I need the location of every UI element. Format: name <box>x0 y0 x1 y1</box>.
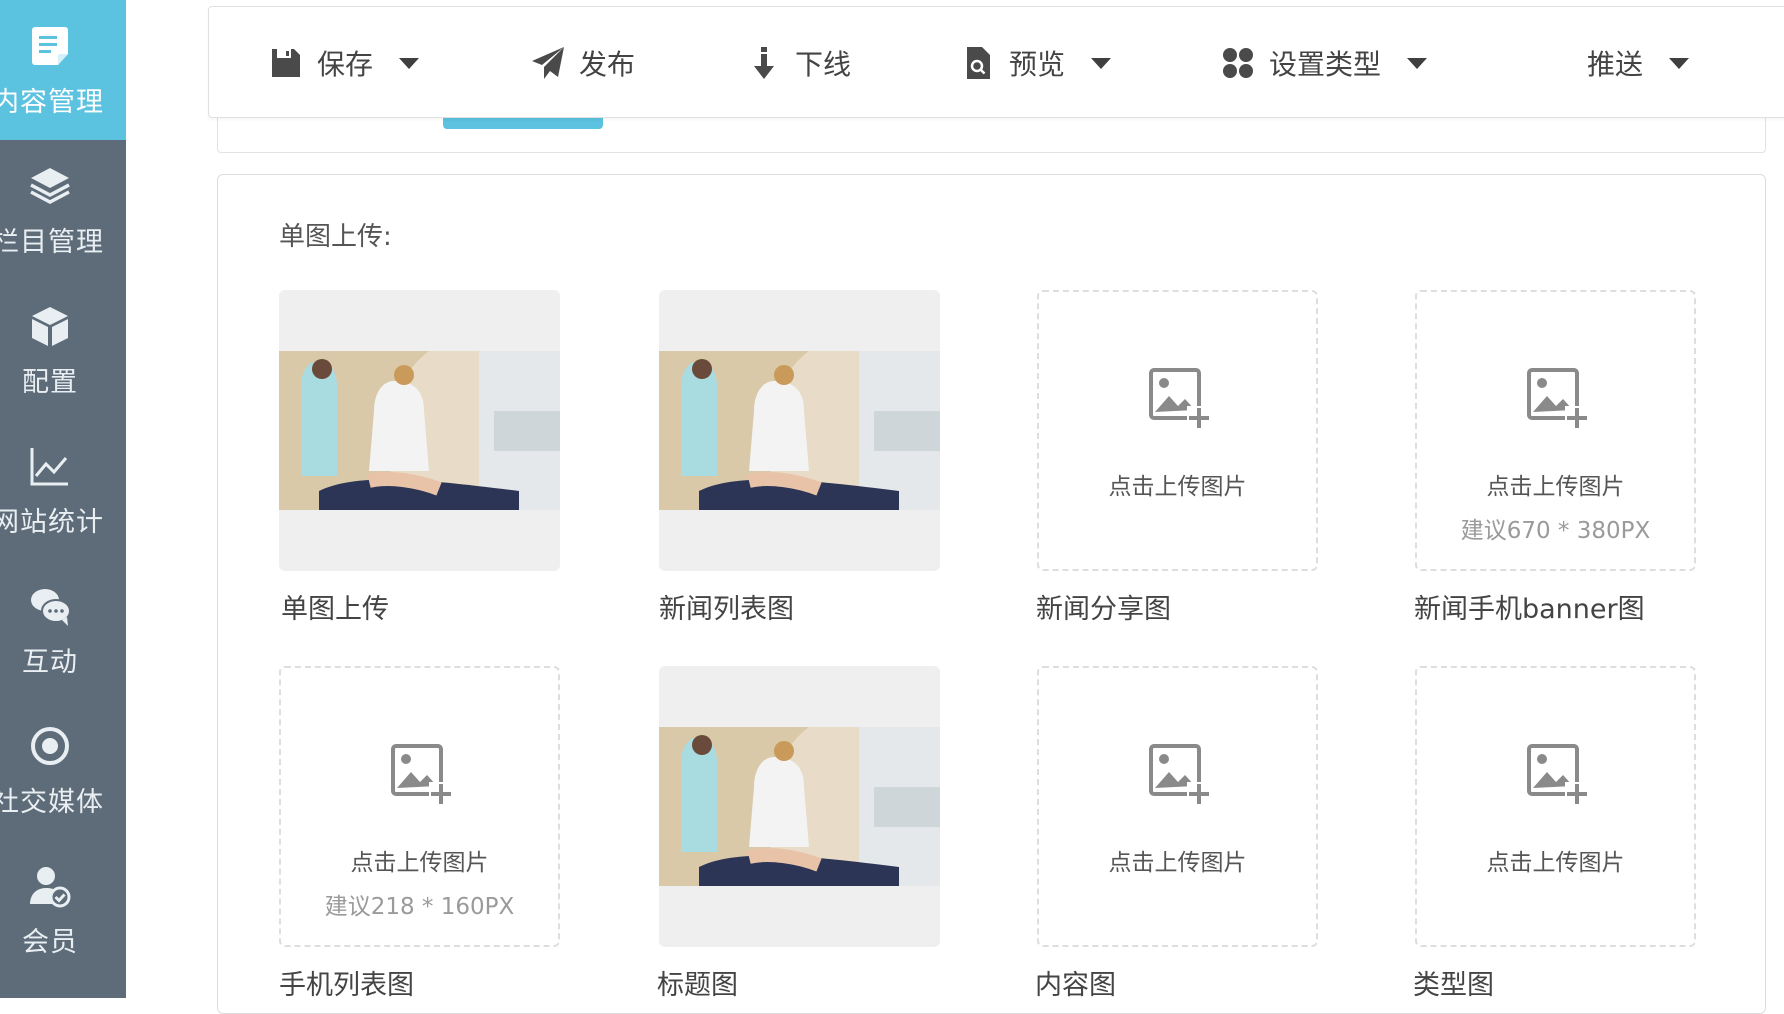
chevron-down-icon[interactable] <box>1669 57 1690 69</box>
size-hint: 建议670 * 380PX <box>1460 518 1651 544</box>
upload-prompt: 点击上传图片 <box>350 850 489 876</box>
upload-prompt: 点击上传图片 <box>1486 474 1625 500</box>
mri-photo-image <box>659 727 940 886</box>
sidebar-item-member[interactable]: 会员 <box>0 840 126 980</box>
sidebar-item-label: 会员 <box>22 927 78 958</box>
file-search-icon <box>967 47 990 79</box>
upload-card-news-mobile-banner[interactable]: 点击上传图片 建议670 * 380PX <box>1415 290 1696 571</box>
sidebar-item-label: 网站统计 <box>0 507 104 538</box>
mri-photo-image <box>659 351 940 510</box>
upload-card-content[interactable]: 点击上传图片 <box>1037 666 1318 947</box>
preview-button[interactable]: 预览 <box>961 7 1112 119</box>
floppy-disk-icon <box>272 49 300 77</box>
chevron-down-icon[interactable] <box>399 57 420 69</box>
upload-caption: 内容图 <box>1035 970 1116 1001</box>
sidebar-item-label: 互动 <box>22 647 78 678</box>
sidebar-item-stats[interactable]: 网站统计 <box>0 420 126 560</box>
upload-caption: 单图上传 <box>281 594 389 625</box>
upload-card-news-list[interactable] <box>659 290 940 571</box>
section-title: 单图上传: <box>279 222 392 252</box>
arrow-down-icon <box>754 47 774 79</box>
layers-icon <box>30 168 70 204</box>
target-icon <box>31 727 69 765</box>
mri-photo-image <box>279 351 560 510</box>
paper-plane-icon <box>532 47 564 79</box>
sidebar: 内容管理 栏目管理 配置 网站统计 互动 社交媒体 会员 <box>0 0 126 998</box>
cube-icon <box>32 307 68 346</box>
upload-card-mobile-list[interactable]: 点击上传图片 建议218 * 160PX <box>279 666 560 947</box>
upload-card-single[interactable] <box>279 290 560 571</box>
sidebar-item-label: 配置 <box>22 367 78 398</box>
preview-label: 预览 <box>1009 48 1066 81</box>
image-add-icon <box>1527 744 1589 806</box>
image-add-icon <box>1527 368 1589 430</box>
toolbar: 保存 发布 下线 预览 设置类型 推送 <box>208 6 1784 118</box>
save-label: 保存 <box>317 48 374 81</box>
set-type-button[interactable]: 设置类型 <box>1221 7 1428 119</box>
upload-caption: 新闻分享图 <box>1036 594 1171 625</box>
publish-label: 发布 <box>579 48 636 81</box>
sidebar-item-interaction[interactable]: 互动 <box>0 560 126 700</box>
upload-prompt: 点击上传图片 <box>1486 850 1625 876</box>
size-hint: 建议218 * 160PX <box>324 894 515 920</box>
sidebar-item-label: 社交媒体 <box>0 787 104 818</box>
upload-card-title[interactable] <box>659 666 940 947</box>
upload-caption: 类型图 <box>1413 970 1494 1001</box>
upload-prompt: 点击上传图片 <box>1108 474 1247 500</box>
set-type-label: 设置类型 <box>1269 48 1382 81</box>
upload-prompt: 点击上传图片 <box>1108 850 1247 876</box>
upload-caption: 新闻列表图 <box>659 594 794 625</box>
push-button[interactable]: 推送 <box>1587 7 1690 119</box>
upload-caption: 新闻手机banner图 <box>1414 594 1645 625</box>
line-chart-icon <box>30 448 68 486</box>
uploaded-image-thumbnail <box>279 351 560 510</box>
upload-card-news-share[interactable]: 点击上传图片 <box>1037 290 1318 571</box>
uploaded-image-thumbnail <box>659 351 940 510</box>
document-icon <box>32 27 68 65</box>
chat-bubbles-icon <box>31 589 71 626</box>
image-add-icon <box>1149 744 1211 806</box>
upload-caption: 标题图 <box>657 970 738 1001</box>
image-add-icon <box>1149 368 1211 430</box>
image-add-icon <box>391 744 453 806</box>
push-label: 推送 <box>1587 48 1644 81</box>
uploaded-image-thumbnail <box>659 727 940 886</box>
publish-button[interactable]: 发布 <box>531 7 635 119</box>
chevron-down-icon[interactable] <box>1091 57 1112 69</box>
user-check-icon <box>30 867 71 908</box>
upload-card-type[interactable]: 点击上传图片 <box>1415 666 1696 947</box>
sidebar-item-social[interactable]: 社交媒体 <box>0 700 126 840</box>
sidebar-item-label: 栏目管理 <box>0 227 104 258</box>
upload-caption: 手机列表图 <box>279 970 414 1001</box>
chevron-down-icon[interactable] <box>1407 57 1428 69</box>
sidebar-item-config[interactable]: 配置 <box>0 280 126 420</box>
offline-label: 下线 <box>795 48 852 81</box>
grid-circles-icon <box>1223 48 1253 78</box>
sidebar-item-content[interactable]: 内容管理 <box>0 0 126 140</box>
save-button[interactable]: 保存 <box>269 7 420 119</box>
active-tab-indicator <box>443 118 603 129</box>
sidebar-item-label: 内容管理 <box>0 87 104 118</box>
offline-button[interactable]: 下线 <box>747 7 851 119</box>
sidebar-item-columns[interactable]: 栏目管理 <box>0 140 126 280</box>
